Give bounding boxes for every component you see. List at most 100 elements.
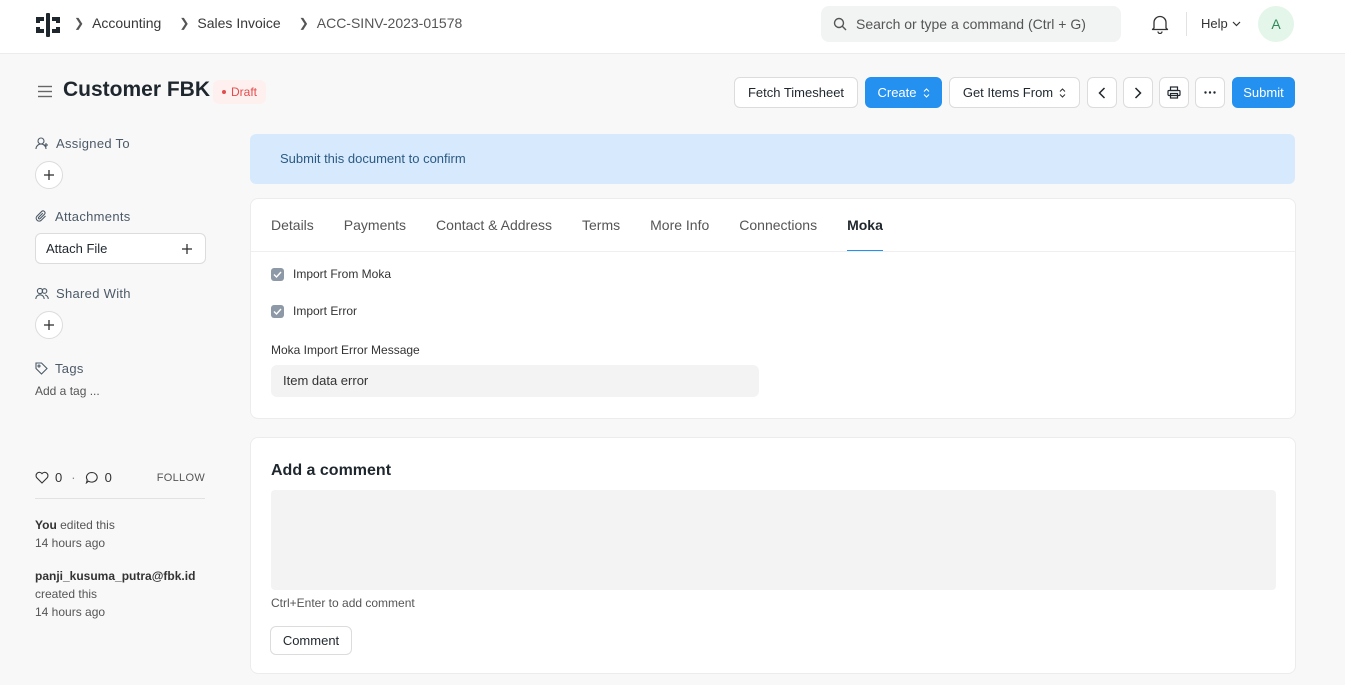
divider bbox=[35, 498, 205, 499]
previous-button[interactable] bbox=[1087, 77, 1117, 108]
import-error-label: Import Error bbox=[293, 304, 358, 318]
chevron-right-icon bbox=[1134, 86, 1142, 99]
activity-item: panji_kusuma_putra@fbk.id created this 1… bbox=[35, 567, 205, 621]
import-from-moka-label: Import From Moka bbox=[293, 267, 392, 281]
plus-icon bbox=[44, 170, 54, 180]
tags-label: Tags bbox=[55, 361, 84, 376]
help-menu[interactable]: Help bbox=[1201, 16, 1241, 31]
sidebar-toggle-icon[interactable] bbox=[37, 85, 53, 98]
app-logo-icon[interactable] bbox=[34, 11, 62, 39]
comment-icon[interactable] bbox=[85, 471, 99, 484]
attachments-label: Attachments bbox=[55, 209, 131, 224]
follow-button[interactable]: FOLLOW bbox=[157, 472, 205, 484]
select-arrows-icon bbox=[923, 87, 929, 98]
heart-icon[interactable] bbox=[35, 471, 49, 484]
breadcrumb-accounting[interactable]: Accounting bbox=[92, 15, 161, 31]
user-icon bbox=[35, 137, 48, 150]
breadcrumb-sales-invoice[interactable]: Sales Invoice bbox=[197, 15, 280, 31]
select-arrows-icon bbox=[1059, 87, 1066, 98]
assigned-to-heading: Assigned To bbox=[35, 136, 205, 151]
page-title: Customer FBK bbox=[63, 78, 211, 101]
import-error-checkbox[interactable]: Import Error bbox=[271, 304, 357, 318]
add-share-button[interactable] bbox=[35, 311, 63, 339]
likes-row: 0 · 0 FOLLOW bbox=[35, 470, 205, 485]
import-from-moka-checkbox[interactable]: Import From Moka bbox=[271, 267, 391, 281]
users-icon bbox=[35, 287, 49, 300]
page-header: Customer FBK Draft Fetch Timesheet Creat… bbox=[0, 66, 1345, 118]
printer-icon bbox=[1167, 86, 1181, 99]
activity-action: created this bbox=[35, 587, 98, 601]
navbar: ❯ Accounting ❯ Sales Invoice ❯ ACC-SINV-… bbox=[0, 0, 1345, 54]
submit-alert: Submit this document to confirm bbox=[250, 134, 1295, 184]
chevron-right-icon: ❯ bbox=[74, 16, 85, 30]
tab-details[interactable]: Details bbox=[271, 199, 314, 251]
activity-actor: You bbox=[35, 518, 57, 532]
tab-contact-address[interactable]: Contact & Address bbox=[436, 199, 552, 251]
bell-icon[interactable] bbox=[1151, 14, 1169, 34]
search-input[interactable]: Search or type a command (Ctrl + G) bbox=[821, 6, 1121, 42]
tab-terms[interactable]: Terms bbox=[582, 199, 620, 251]
get-items-from-button[interactable]: Get Items From bbox=[949, 77, 1080, 108]
shared-with-heading: Shared With bbox=[35, 286, 205, 301]
search-icon bbox=[833, 17, 847, 31]
activity-actor: panji_kusuma_putra@fbk.id bbox=[35, 569, 196, 583]
likes-count: 0 bbox=[55, 470, 63, 485]
chevron-down-icon bbox=[1232, 21, 1241, 26]
activity-time: 14 hours ago bbox=[35, 605, 106, 619]
create-label: Create bbox=[877, 85, 917, 100]
comment-input[interactable] bbox=[271, 490, 1276, 590]
activity-time: 14 hours ago bbox=[35, 536, 106, 550]
assigned-to-label: Assigned To bbox=[56, 136, 130, 151]
activity-item: You edited this 14 hours ago bbox=[35, 516, 205, 552]
submit-label: Submit bbox=[1243, 85, 1284, 100]
status-label: Draft bbox=[231, 85, 258, 99]
comment-card: Add a comment Ctrl+Enter to add comment … bbox=[250, 437, 1296, 674]
breadcrumb-document[interactable]: ACC-SINV-2023-01578 bbox=[317, 15, 463, 31]
status-badge: Draft bbox=[213, 80, 267, 104]
tab-moka[interactable]: Moka bbox=[847, 199, 883, 251]
create-button[interactable]: Create bbox=[865, 77, 942, 108]
chevron-right-icon: ❯ bbox=[298, 16, 309, 30]
moka-error-message-field[interactable]: Item data error bbox=[271, 365, 759, 397]
paperclip-icon bbox=[35, 210, 46, 222]
plus-icon bbox=[44, 320, 54, 330]
likes-comments-group: 0 · 0 bbox=[35, 470, 112, 485]
fetch-timesheet-label: Fetch Timesheet bbox=[747, 85, 845, 100]
add-assignee-button[interactable] bbox=[35, 161, 63, 189]
comment-title: Add a comment bbox=[271, 462, 392, 479]
status-dot bbox=[222, 90, 226, 94]
tag-icon bbox=[35, 362, 48, 375]
avatar[interactable]: A bbox=[1258, 6, 1294, 42]
get-items-from-label: Get Items From bbox=[962, 85, 1054, 100]
plus-icon bbox=[182, 243, 192, 254]
comments-count: 0 bbox=[104, 470, 112, 485]
fetch-timesheet-button[interactable]: Fetch Timesheet bbox=[734, 77, 858, 108]
chevron-right-icon: ❯ bbox=[179, 16, 190, 30]
check-icon bbox=[273, 271, 282, 278]
checkbox-checked[interactable] bbox=[271, 304, 284, 318]
comment-button[interactable]: Comment bbox=[270, 626, 352, 655]
print-button[interactable] bbox=[1159, 77, 1189, 108]
more-actions-button[interactable] bbox=[1195, 77, 1225, 108]
tags-heading: Tags bbox=[35, 361, 205, 376]
checkbox-checked[interactable] bbox=[271, 267, 284, 281]
comment-hint: Ctrl+Enter to add comment bbox=[271, 596, 415, 610]
next-button[interactable] bbox=[1123, 77, 1153, 108]
help-label: Help bbox=[1201, 16, 1228, 31]
shared-with-label: Shared With bbox=[56, 286, 131, 301]
activity-action: edited this bbox=[60, 518, 115, 532]
form-tabs: Details Payments Contact & Address Terms… bbox=[271, 199, 883, 251]
ellipsis-icon bbox=[1204, 91, 1216, 94]
form-card: Details Payments Contact & Address Terms… bbox=[250, 198, 1296, 419]
tab-more-info[interactable]: More Info bbox=[650, 199, 709, 251]
tab-payments[interactable]: Payments bbox=[344, 199, 406, 251]
add-tag-link[interactable]: Add a tag ... bbox=[35, 384, 205, 398]
moka-error-message-label: Moka Import Error Message bbox=[271, 343, 420, 357]
divider bbox=[1186, 12, 1187, 36]
tab-connections[interactable]: Connections bbox=[739, 199, 817, 251]
chevron-left-icon bbox=[1098, 86, 1106, 99]
submit-button[interactable]: Submit bbox=[1232, 77, 1295, 108]
breadcrumb: ❯ Accounting ❯ Sales Invoice ❯ ACC-SINV-… bbox=[74, 15, 480, 31]
separator-dot: · bbox=[71, 470, 76, 485]
attach-file-button[interactable]: Attach File bbox=[35, 233, 206, 264]
